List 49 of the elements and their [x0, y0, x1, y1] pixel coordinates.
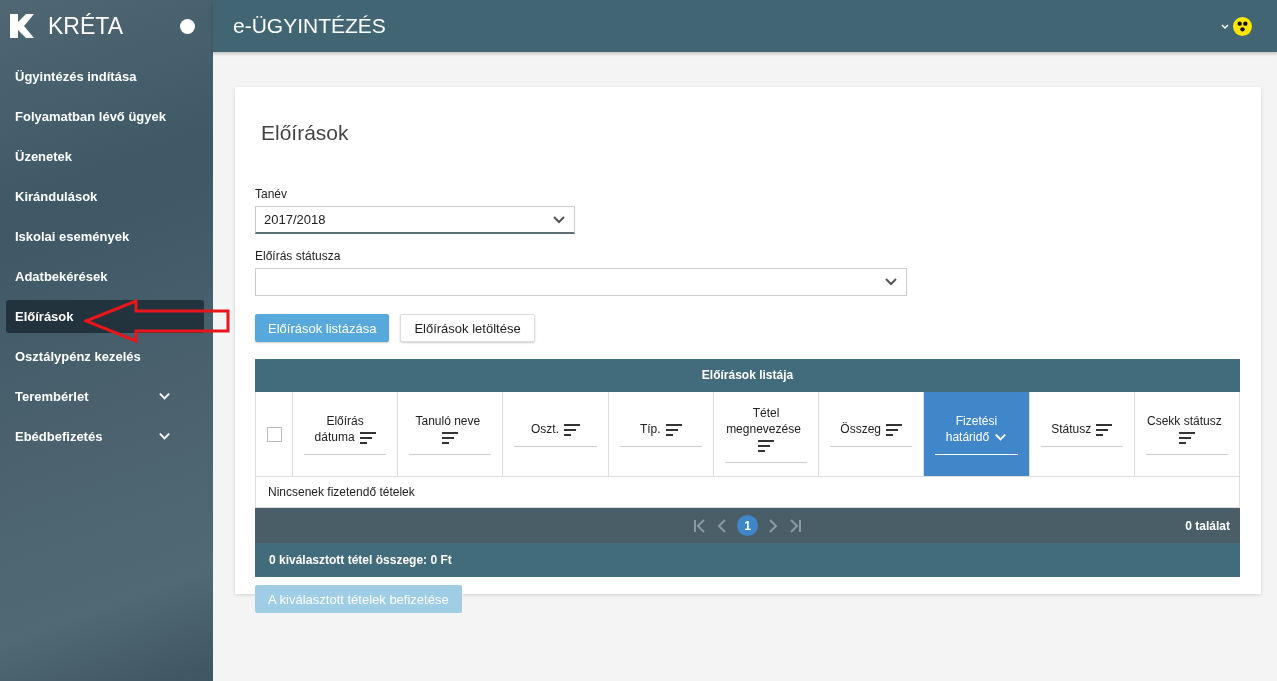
sidebar-item[interactable]: Adatbekérések [6, 260, 204, 293]
select-field[interactable] [255, 268, 907, 296]
sidebar-item[interactable]: Ebédbefizetés [6, 420, 204, 453]
brand-name: KRÉTA [48, 12, 124, 40]
sort-icon [564, 423, 581, 436]
status-dot-icon [180, 18, 195, 34]
sidebar-item[interactable]: Folyamatban lévő ügyek [6, 100, 204, 133]
column-header[interactable]: Fizetési határidő [924, 392, 1030, 476]
sidebar-item[interactable]: Terembérlet [6, 380, 204, 413]
sort-icon [1096, 423, 1113, 436]
sidebar-item[interactable]: Üzenetek [6, 140, 204, 173]
last-page-icon [789, 518, 802, 533]
sort-icon [665, 423, 682, 436]
empty-message: Nincsenek fizetendő tételek [255, 476, 1240, 508]
result-count: 0 találat [1185, 518, 1230, 533]
page-number[interactable]: 1 [737, 515, 758, 536]
selection-summary: 0 kiválasztott tétel összege: 0 Ft [255, 543, 1240, 577]
column-header[interactable]: Oszt. [503, 392, 609, 476]
select-field[interactable]: 2017/2018 [255, 206, 575, 234]
sidebar-item[interactable]: Osztálypénz kezelés [6, 340, 204, 373]
list-button[interactable]: Előírások letöltése [400, 314, 535, 342]
app-title: e-ÜGYINTÉZÉS [233, 14, 387, 38]
sort-icon [886, 423, 903, 436]
column-header[interactable]: Típ. [608, 392, 714, 476]
next-page-icon [769, 518, 778, 533]
previous-page-icon [717, 518, 726, 533]
column-header[interactable]: Csekk státusz [1134, 392, 1239, 476]
chevron-icon [158, 430, 171, 443]
column-header[interactable]: Tétel megnevezése [713, 392, 820, 476]
field-label: Tanév [255, 187, 289, 201]
chevron-icon [158, 390, 171, 403]
sidebar-item[interactable]: Ügyintézés indítása [6, 60, 204, 93]
column-header[interactable]: Státusz [1029, 392, 1135, 476]
logo-icon [10, 14, 34, 38]
checkbox[interactable] [266, 426, 282, 442]
column-header[interactable]: Előírás dátuma [293, 392, 399, 476]
sidebar-item[interactable]: Kirándulások [6, 180, 204, 213]
first-page-icon [693, 518, 706, 533]
sort-icon [1178, 431, 1195, 444]
column-header[interactable]: Tanuló neve [398, 392, 504, 476]
page-title: Előírások [261, 121, 350, 145]
sidebar-item[interactable]: Iskolai események [6, 220, 204, 253]
caret-icon [1221, 22, 1229, 30]
field-label: Előírás státusza [255, 249, 342, 263]
table-title: Előírások listája [255, 359, 1240, 392]
sort-icon [442, 431, 459, 444]
accessibility-icon [1233, 16, 1252, 36]
sort-icon [359, 431, 376, 444]
sort-icon [758, 439, 774, 452]
